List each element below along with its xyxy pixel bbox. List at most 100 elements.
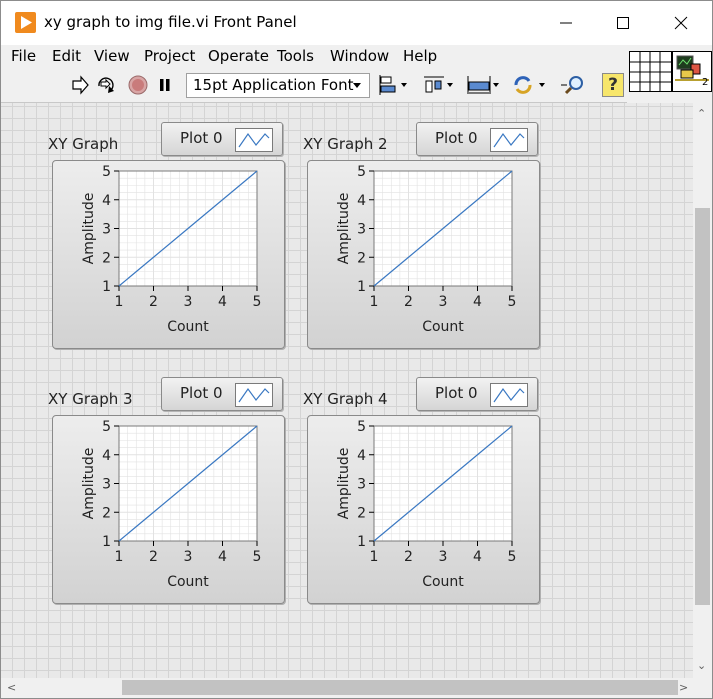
plot-legend[interactable]: Plot 0	[161, 377, 283, 411]
menu-bar: File Edit View Project Operate Tools Win…	[1, 45, 627, 67]
x-tick-label: 5	[253, 549, 262, 565]
y-tick-label: 3	[357, 222, 366, 238]
font-select[interactable]: 15pt Application Font	[186, 73, 370, 98]
menu-help[interactable]: Help	[403, 45, 437, 67]
x-tick-label: 1	[370, 294, 379, 310]
graph-label: XY Graph	[48, 135, 119, 153]
x-axis-label: Count	[422, 574, 464, 590]
menu-project[interactable]: Project	[144, 45, 195, 67]
x-axis-label: Count	[167, 319, 209, 335]
x-tick-label: 3	[184, 294, 193, 310]
maximize-icon	[617, 17, 629, 29]
horizontal-scrollbar[interactable]: < >	[1, 678, 693, 698]
scroll-up-icon[interactable]: ⌃	[697, 107, 706, 120]
y-tick-label: 3	[102, 477, 111, 493]
legend-line-sample	[238, 132, 270, 148]
context-help-button[interactable]: ?	[602, 73, 624, 97]
scroll-down-icon[interactable]: ⌄	[697, 659, 706, 672]
legend-line-swatch[interactable]	[235, 128, 273, 152]
y-tick-label: 1	[357, 534, 366, 550]
labview-app-icon	[15, 12, 36, 33]
legend-line-sample	[493, 387, 525, 403]
legend-line-swatch[interactable]	[490, 383, 528, 407]
legend-plot-name: Plot 0	[435, 384, 478, 402]
search-icon[interactable]	[559, 74, 589, 96]
vertical-scroll-thumb[interactable]	[695, 208, 710, 605]
y-tick-label: 3	[357, 477, 366, 493]
legend-plot-name: Plot 0	[180, 384, 223, 402]
legend-line-sample	[238, 387, 270, 403]
legend-plot-name: Plot 0	[180, 129, 223, 147]
y-tick-label: 4	[357, 193, 366, 209]
x-tick-label: 1	[370, 549, 379, 565]
y-tick-label: 4	[102, 448, 111, 464]
front-panel-window: xy graph to img file.vi Front Panel File…	[0, 0, 713, 699]
horizontal-scroll-thumb[interactable]	[122, 680, 678, 695]
scroll-left-icon[interactable]: <	[7, 681, 16, 694]
align-objects-icon[interactable]	[378, 74, 410, 96]
x-axis-label: Count	[167, 574, 209, 590]
run-continuous-icon[interactable]	[95, 74, 119, 96]
xy-graph[interactable]: 1 2 3 4 5 1 2 3 4 5 Count Amplitude	[307, 160, 540, 349]
xy-graph[interactable]: 1 2 3 4 5 1 2 3 4 5 Count Amplitude	[52, 415, 285, 604]
plot-svg: 1 2 3 4 5 1 2 3 4 5 Count Amplitude	[336, 419, 516, 590]
menu-edit[interactable]: Edit	[52, 45, 81, 67]
x-tick-label: 2	[149, 294, 158, 310]
distribute-objects-icon[interactable]	[422, 74, 456, 96]
menu-window[interactable]: Window	[330, 45, 389, 67]
vi-icon[interactable]: 2	[672, 51, 712, 92]
menu-tools[interactable]: Tools	[277, 45, 314, 67]
y-tick-label: 5	[357, 164, 366, 180]
title-bar[interactable]: xy graph to img file.vi Front Panel	[1, 1, 712, 45]
chevron-down-icon	[353, 83, 361, 88]
pause-icon[interactable]	[155, 74, 175, 96]
plot-legend[interactable]: Plot 0	[416, 377, 538, 411]
legend-plot-name: Plot 0	[435, 129, 478, 147]
menu-view[interactable]: View	[94, 45, 130, 67]
plot-legend[interactable]: Plot 0	[161, 122, 283, 156]
maximize-button[interactable]	[594, 1, 652, 45]
graph-label: XY Graph 2	[303, 135, 388, 153]
x-tick-label: 4	[473, 294, 482, 310]
graph-label: XY Graph 4	[303, 390, 388, 408]
scroll-right-icon[interactable]: >	[679, 681, 688, 694]
y-tick-label: 2	[357, 250, 366, 266]
plot-legend[interactable]: Plot 0	[416, 122, 538, 156]
legend-line-swatch[interactable]	[490, 128, 528, 152]
x-tick-label: 5	[508, 294, 517, 310]
x-tick-label: 1	[115, 294, 124, 310]
x-tick-label: 2	[404, 294, 413, 310]
x-tick-label: 2	[404, 549, 413, 565]
graph-label: XY Graph 3	[48, 390, 133, 408]
y-axis-label: Amplitude	[81, 448, 97, 520]
minimize-button[interactable]	[537, 1, 595, 45]
x-tick-label: 4	[218, 294, 227, 310]
y-tick-label: 3	[102, 222, 111, 238]
close-button[interactable]	[652, 1, 710, 45]
front-panel-canvas[interactable]: XY Graph Plot 0 1 2 3 4 5 1 2 3 4 5 Count Amplitude XY…	[1, 103, 693, 678]
y-axis-label: Amplitude	[336, 448, 352, 520]
x-tick-label: 4	[218, 549, 227, 565]
xy-graph[interactable]: 1 2 3 4 5 1 2 3 4 5 Count Amplitude	[52, 160, 285, 349]
y-tick-label: 2	[357, 505, 366, 521]
menu-file[interactable]: File	[11, 45, 36, 67]
vertical-scrollbar[interactable]: ⌃ ⌄	[693, 103, 712, 678]
y-tick-label: 5	[102, 419, 111, 435]
legend-line-swatch[interactable]	[235, 383, 273, 407]
x-tick-label: 3	[439, 549, 448, 565]
resize-objects-icon[interactable]	[466, 74, 502, 96]
y-tick-label: 1	[357, 279, 366, 295]
x-tick-label: 2	[149, 549, 158, 565]
x-tick-label: 1	[115, 549, 124, 565]
connector-pane[interactable]	[629, 51, 672, 92]
minimize-icon	[560, 22, 572, 24]
abort-icon[interactable]	[127, 74, 149, 96]
scrollbar-corner	[693, 678, 712, 698]
xy-graph[interactable]: 1 2 3 4 5 1 2 3 4 5 Count Amplitude	[307, 415, 540, 604]
run-arrow-icon[interactable]	[69, 74, 91, 96]
window-title: xy graph to img file.vi Front Panel	[44, 13, 297, 31]
plot-svg: 1 2 3 4 5 1 2 3 4 5 Count Amplitude	[81, 419, 262, 590]
reorder-icon[interactable]	[512, 74, 548, 96]
menu-operate[interactable]: Operate	[208, 45, 269, 67]
y-tick-label: 5	[102, 164, 111, 180]
